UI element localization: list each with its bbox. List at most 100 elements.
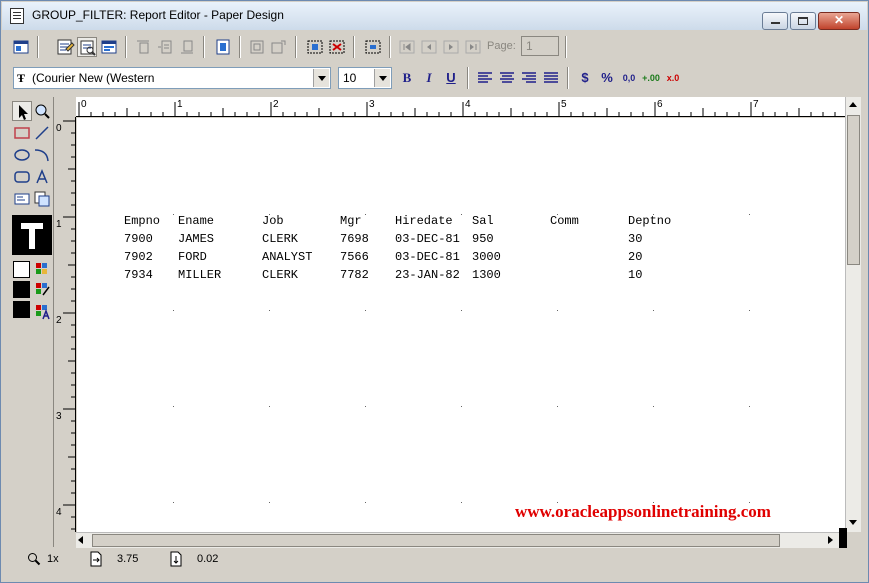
remove-decimal-button[interactable]: x.0 [663, 68, 683, 88]
align-center-button[interactable] [497, 68, 517, 88]
chevron-down-icon[interactable] [374, 69, 390, 87]
column-header-empno[interactable]: Empno [124, 214, 160, 228]
arc-tool[interactable] [32, 145, 52, 165]
report-field[interactable]: 1300 [472, 268, 501, 282]
text-color-button[interactable] [33, 301, 53, 321]
report-field[interactable]: 3000 [472, 250, 501, 264]
report-field[interactable]: 7900 [124, 232, 153, 246]
report-field[interactable]: 20 [628, 250, 642, 264]
fill-color-button[interactable] [33, 259, 53, 279]
column-header-sal[interactable]: Sal [472, 214, 494, 228]
bold-button[interactable]: B [397, 68, 417, 88]
report-field[interactable]: 03-DEC-81 [395, 250, 460, 264]
vertical-scroll-thumb[interactable] [847, 115, 860, 265]
last-page-button[interactable] [463, 37, 483, 57]
report-field[interactable]: CLERK [262, 232, 298, 246]
currency-button[interactable]: $ [575, 68, 595, 88]
group-button[interactable] [247, 37, 267, 57]
arrow-up-icon [849, 102, 857, 107]
line-color-swatch[interactable] [13, 281, 30, 298]
report-field[interactable]: 03-DEC-81 [395, 232, 460, 246]
frame-button[interactable] [213, 37, 233, 57]
italic-button[interactable]: I [419, 68, 439, 88]
report-field[interactable]: 7698 [340, 232, 369, 246]
align-right-button[interactable] [519, 68, 539, 88]
scroll-up-button[interactable] [846, 97, 861, 113]
vertical-scrollbar[interactable] [845, 97, 861, 532]
paper-design-canvas[interactable]: Empno Ename Job Mgr Hiredate Sal Comm Deptno 790… [77, 118, 845, 532]
column-header-deptno[interactable]: Deptno [628, 214, 671, 228]
column-header-comm[interactable]: Comm [550, 214, 579, 228]
text-color-swatch[interactable] [13, 301, 30, 318]
align-left-button[interactable] [475, 68, 495, 88]
line-color-button[interactable] [33, 279, 53, 299]
minimize-button[interactable] [762, 12, 788, 30]
report-field[interactable]: JAMES [178, 232, 214, 246]
scroll-down-button[interactable] [846, 515, 861, 531]
ellipse-icon [14, 149, 30, 161]
report-field[interactable]: 7782 [340, 268, 369, 282]
commas-button[interactable]: 0,0 [619, 68, 639, 88]
report-app-icon[interactable] [10, 8, 24, 24]
font-size-select[interactable]: 10 [338, 67, 392, 89]
grid-dot [557, 310, 558, 311]
fill-color-swatch[interactable] [13, 261, 30, 278]
data-model-button[interactable] [55, 37, 75, 57]
toolbar-separator [239, 36, 241, 58]
select-tool[interactable] [12, 101, 32, 121]
page-number-input[interactable]: 1 [521, 36, 559, 56]
ungroup-button[interactable] [269, 37, 289, 57]
column-header-mgr[interactable]: Mgr [340, 214, 362, 228]
flex-mode-button[interactable] [363, 37, 383, 57]
paper-design-button[interactable] [77, 37, 97, 57]
maximize-button[interactable] [790, 12, 816, 30]
add-decimal-button[interactable]: +.00 [641, 68, 661, 88]
rounded-rectangle-tool[interactable] [12, 167, 32, 187]
field-tool[interactable] [12, 189, 32, 209]
report-field[interactable]: 7566 [340, 250, 369, 264]
report-field[interactable]: 10 [628, 268, 642, 282]
arrow-right-icon[interactable] [828, 536, 833, 544]
underline-button[interactable]: U [441, 68, 461, 88]
horizontal-ruler[interactable]: 0 1 2 3 4 5 6 7 [76, 97, 846, 117]
vertical-ruler[interactable]: 0 1 2 3 4 [54, 117, 76, 532]
horizontal-scrollbar[interactable] [76, 532, 846, 548]
text-tool[interactable] [32, 167, 52, 187]
percent-button[interactable]: % [597, 68, 617, 88]
text-style-preview[interactable] [12, 215, 52, 255]
column-header-hiredate[interactable]: Hiredate [395, 214, 453, 228]
report-editor-window: GROUP_FILTER: Report Editor - Paper Desi… [0, 0, 869, 583]
report-field[interactable]: CLERK [262, 268, 298, 282]
ellipse-tool[interactable] [12, 145, 32, 165]
select-parent-frame-button[interactable] [305, 37, 325, 57]
frame-tool[interactable] [32, 189, 52, 209]
report-field[interactable]: FORD [178, 250, 207, 264]
font-name-select[interactable]: Ŧ (Courier New (Western [13, 67, 331, 89]
align-middle-button[interactable] [155, 37, 175, 57]
rectangle-tool[interactable] [12, 123, 32, 143]
report-field[interactable]: ANALYST [262, 250, 312, 264]
column-header-job[interactable]: Job [262, 214, 284, 228]
horizontal-scroll-thumb[interactable] [92, 534, 780, 547]
report-field[interactable]: 30 [628, 232, 642, 246]
align-top-button[interactable] [133, 37, 153, 57]
next-page-button[interactable] [441, 37, 461, 57]
justify-button[interactable] [541, 68, 561, 88]
previous-page-button[interactable] [419, 37, 439, 57]
report-field[interactable]: 23-JAN-82 [395, 268, 460, 282]
report-field[interactable]: 950 [472, 232, 494, 246]
magnify-tool[interactable] [32, 101, 52, 121]
confine-mode-button[interactable] [327, 37, 347, 57]
chevron-down-icon[interactable] [313, 69, 329, 87]
parameter-form-button[interactable] [99, 37, 119, 57]
report-field[interactable]: 7902 [124, 250, 153, 264]
report-field[interactable]: 7934 [124, 268, 153, 282]
first-page-button[interactable] [397, 37, 417, 57]
arrow-left-icon[interactable] [78, 536, 83, 544]
align-bottom-button[interactable] [177, 37, 197, 57]
column-header-ename[interactable]: Ename [178, 214, 214, 228]
line-tool[interactable] [32, 123, 52, 143]
close-button[interactable]: ✕ [818, 12, 860, 30]
layout-view-button[interactable] [11, 37, 31, 57]
report-field[interactable]: MILLER [178, 268, 221, 282]
